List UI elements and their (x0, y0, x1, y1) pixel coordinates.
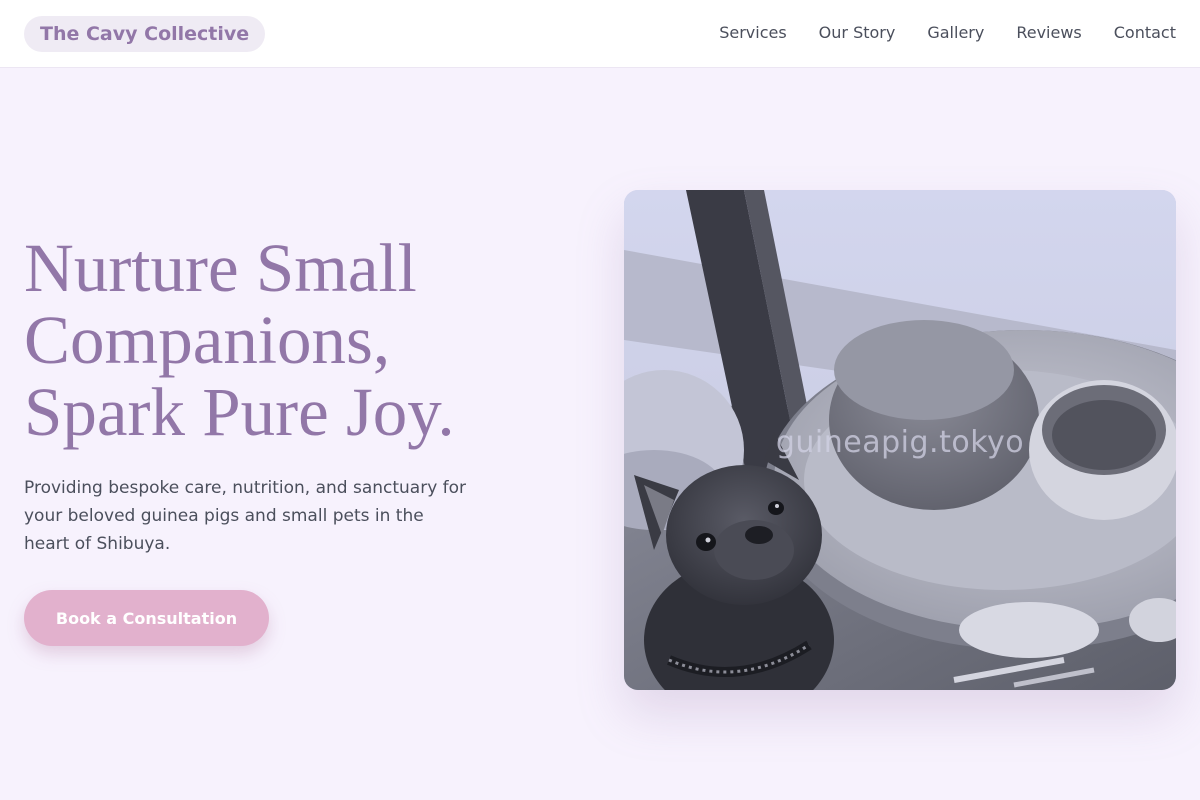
site-header: The Cavy Collective Services Our Story G… (0, 0, 1200, 68)
main-nav: Services Our Story Gallery Reviews Conta… (719, 0, 1176, 64)
nav-link-gallery[interactable]: Gallery (927, 23, 984, 42)
nav-link-reviews[interactable]: Reviews (1016, 23, 1081, 42)
hero-title: Nurture Small Companions, Spark Pure Joy… (24, 232, 584, 448)
nav-link-services[interactable]: Services (719, 23, 786, 42)
hero-subtitle: Providing bespoke care, nutrition, and s… (24, 478, 467, 554)
hero-photo: guineapig.tokyo (624, 190, 1176, 690)
nav-link-our-story[interactable]: Our Story (819, 23, 896, 42)
hero-title-line: Companions, (24, 302, 391, 378)
nav-link-contact[interactable]: Contact (1114, 23, 1176, 42)
book-consultation-button[interactable]: Book a Consultation (24, 590, 269, 646)
photo-watermark: guineapig.tokyo (775, 425, 1025, 460)
hero-title-line: Nurture Small (24, 230, 417, 306)
site-logo[interactable]: The Cavy Collective (24, 16, 266, 52)
hero-title-line: Spark Pure Joy. (24, 374, 455, 450)
